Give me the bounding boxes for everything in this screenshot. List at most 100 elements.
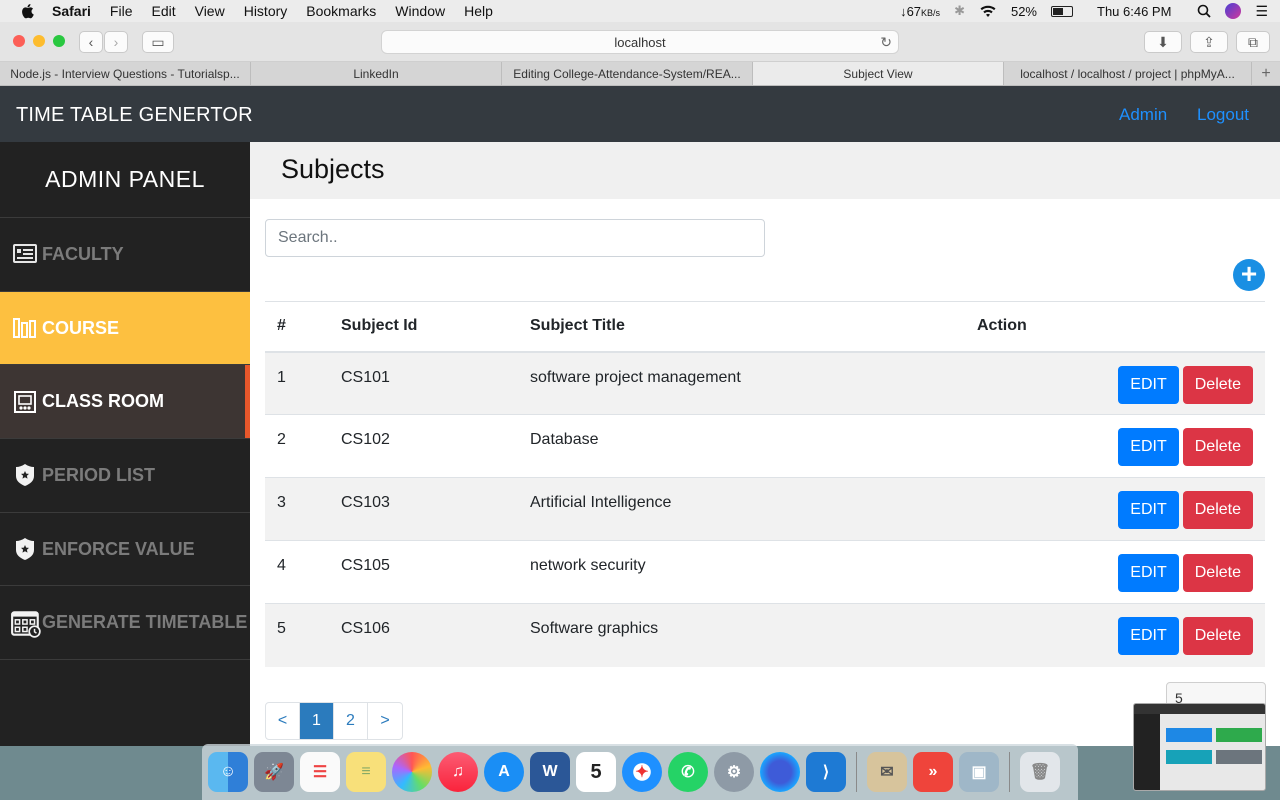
- macos-dock: ☺ 🚀 ☰ ≡ ♫ A W 5 ✦ ✆ ⚙ ⟩ ✉ » ▣ 🗑: [202, 744, 1078, 800]
- close-window-button[interactable]: [13, 35, 25, 47]
- menu-app-name[interactable]: Safari: [52, 3, 91, 19]
- edit-button[interactable]: EDIT: [1118, 617, 1179, 655]
- safari-icon[interactable]: ✦: [622, 752, 662, 792]
- notification-center-icon[interactable]: ☰: [1255, 3, 1268, 20]
- row-number: 4: [265, 540, 329, 604]
- bluetooth-icon[interactable]: ✱: [954, 3, 965, 19]
- word-icon[interactable]: W: [530, 752, 570, 792]
- menu-edit[interactable]: Edit: [151, 3, 175, 19]
- firefox-icon[interactable]: [760, 752, 800, 792]
- dock-separator: [1009, 752, 1010, 792]
- thumbnail-card: [1166, 750, 1212, 764]
- launchpad-icon[interactable]: 🚀: [254, 752, 294, 792]
- address-bar[interactable]: localhost ↻: [381, 30, 899, 54]
- edit-button[interactable]: EDIT: [1118, 428, 1179, 466]
- browser-tab[interactable]: Node.js - Interview Questions - Tutorial…: [0, 62, 251, 85]
- tabs-overview-icon[interactable]: ⧉: [1236, 31, 1270, 53]
- pagination-next[interactable]: >: [368, 703, 402, 739]
- clock[interactable]: Thu 6:46 PM: [1097, 4, 1171, 19]
- music-icon[interactable]: ♫: [438, 752, 478, 792]
- back-button[interactable]: ‹: [79, 31, 103, 53]
- web-page: TIME TABLE GENERTOR Admin Logout ADMIN P…: [0, 86, 1280, 746]
- image-capture-icon[interactable]: ▣: [959, 752, 999, 792]
- sidebar-item-course[interactable]: COURSE: [0, 291, 250, 366]
- share-icon[interactable]: ⇪: [1190, 31, 1228, 53]
- classroom-icon: [14, 390, 36, 413]
- subject-id: CS102: [329, 414, 518, 478]
- page-title: Subjects: [281, 154, 385, 184]
- row-actions: EDIT Delete: [965, 414, 1265, 478]
- anydesk-icon[interactable]: »: [913, 752, 953, 792]
- admin-link[interactable]: Admin: [1119, 105, 1167, 125]
- pagination-prev[interactable]: <: [266, 703, 300, 739]
- trash-icon[interactable]: 🗑: [1020, 752, 1060, 792]
- pagination-page-1[interactable]: 1: [300, 703, 334, 739]
- subject-title: Artificial Intelligence: [518, 477, 965, 541]
- add-subject-button[interactable]: +: [1233, 259, 1265, 291]
- wifi-icon[interactable]: [979, 5, 997, 18]
- sidebar-item-classroom[interactable]: CLASS ROOM: [0, 365, 250, 440]
- siri-icon[interactable]: [1225, 3, 1242, 19]
- row-number: 5: [265, 603, 329, 667]
- minimize-window-button[interactable]: [33, 35, 45, 47]
- browser-tab[interactable]: localhost / localhost / project | phpMyA…: [1004, 62, 1252, 85]
- menu-file[interactable]: File: [110, 3, 133, 19]
- sidebar-item-enforce-value[interactable]: ENFORCE VALUE: [0, 513, 250, 587]
- search-input[interactable]: [265, 219, 765, 257]
- calendar-icon: [11, 611, 41, 638]
- finder-icon[interactable]: ☺: [208, 752, 248, 792]
- edit-button[interactable]: EDIT: [1118, 365, 1179, 404]
- delete-button[interactable]: Delete: [1182, 491, 1253, 529]
- downloads-icon[interactable]: ⬇: [1144, 31, 1182, 53]
- preview-icon[interactable]: ✉: [867, 752, 907, 792]
- calendar-app-icon[interactable]: 5: [576, 752, 616, 792]
- notes-icon[interactable]: ≡: [346, 752, 386, 792]
- thumbnail-card: [1166, 728, 1212, 742]
- delete-button[interactable]: Delete: [1182, 428, 1253, 466]
- menu-help[interactable]: Help: [464, 3, 493, 19]
- delete-button[interactable]: Delete: [1182, 554, 1253, 592]
- thumbnail-card: [1216, 728, 1262, 742]
- thumbnail-sidebar: [1134, 714, 1160, 790]
- app-brand[interactable]: TIME TABLE GENERTOR: [16, 104, 253, 127]
- delete-button[interactable]: Delete: [1182, 365, 1253, 404]
- battery-percent: 52%: [1010, 3, 1037, 19]
- forward-button[interactable]: ›: [104, 31, 128, 53]
- zoom-window-button[interactable]: [53, 35, 65, 47]
- apple-icon[interactable]: [20, 3, 34, 19]
- system-preferences-icon[interactable]: ⚙: [714, 752, 754, 792]
- browser-tab[interactable]: LinkedIn: [251, 62, 502, 85]
- thumbnail-navbar: [1134, 704, 1265, 714]
- subject-title: Database: [518, 414, 965, 478]
- photos-icon[interactable]: [392, 752, 432, 792]
- menu-bookmarks[interactable]: Bookmarks: [306, 3, 376, 19]
- edit-button[interactable]: EDIT: [1118, 554, 1179, 592]
- edit-button[interactable]: EDIT: [1118, 491, 1179, 529]
- table-row: 4 CS105 network security EDIT Delete: [265, 540, 1265, 604]
- browser-tab-active[interactable]: Subject View: [753, 62, 1004, 85]
- url-text: localhost: [614, 34, 666, 50]
- app-store-icon[interactable]: A: [484, 752, 524, 792]
- new-tab-button[interactable]: +: [1252, 62, 1280, 85]
- browser-tab[interactable]: Editing College-Attendance-System/REA...: [502, 62, 753, 85]
- whatsapp-icon[interactable]: ✆: [668, 752, 708, 792]
- column-header-action: Action: [965, 301, 1265, 353]
- logout-link[interactable]: Logout: [1197, 105, 1249, 125]
- pagination-page-2[interactable]: 2: [334, 703, 368, 739]
- vscode-icon[interactable]: ⟩: [806, 752, 846, 792]
- reminders-icon[interactable]: ☰: [300, 752, 340, 792]
- screenshot-thumbnail[interactable]: [1133, 703, 1266, 791]
- delete-button[interactable]: Delete: [1182, 617, 1253, 655]
- sidebar-item-faculty[interactable]: FACULTY: [0, 218, 250, 292]
- badge-icon: [16, 464, 34, 487]
- sidebar-toggle-icon[interactable]: ▭: [142, 31, 174, 53]
- spotlight-icon[interactable]: [1197, 4, 1212, 18]
- macos-menu-bar: Safari File Edit View History Bookmarks …: [0, 0, 1280, 22]
- sidebar-item-generate-timetable[interactable]: GENERATE TIMETABLE: [0, 586, 250, 661]
- reload-icon[interactable]: ↻: [880, 34, 892, 51]
- menu-window[interactable]: Window: [395, 3, 445, 19]
- menu-view[interactable]: View: [195, 3, 225, 19]
- battery-icon[interactable]: [1051, 5, 1073, 17]
- sidebar-item-period-list[interactable]: PERIOD LIST: [0, 439, 250, 513]
- menu-history[interactable]: History: [244, 3, 288, 19]
